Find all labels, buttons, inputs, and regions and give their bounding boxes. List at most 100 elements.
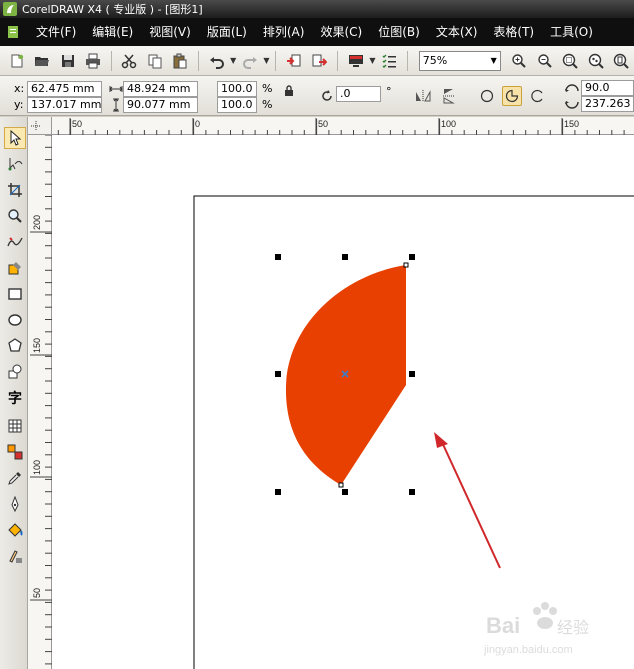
freehand-tool-icon[interactable] [4,231,26,253]
horizontal-ruler-ticks: 50 0 50 100 150 [45,118,625,135]
table-tool-icon[interactable] [4,415,26,437]
scale-x-field[interactable]: 100.0 [217,81,257,97]
drawing-canvas[interactable]: Bai 经验 jingyan.baidu.com [52,135,634,669]
basic-shapes-tool-icon[interactable] [4,361,26,383]
interactive-fill-tool-icon[interactable] [4,545,26,567]
ruler-label: 150 [32,338,42,353]
fill-tool-icon[interactable] [4,519,26,541]
pick-tool-icon[interactable] [4,127,26,149]
import-icon[interactable] [283,50,304,72]
height-field[interactable]: 90.077 mm [123,97,198,113]
polygon-tool-icon[interactable] [4,335,26,357]
launcher-dropdown-icon[interactable]: ▼ [369,56,377,65]
menu-file[interactable]: 文件(F) [28,21,84,43]
zoom-page-icon[interactable] [610,50,631,72]
paste-icon[interactable] [170,50,191,72]
zoom-selected-icon[interactable] [560,50,581,72]
mirror-vertical-icon[interactable] [440,87,458,105]
ruler-origin-corner[interactable] [28,117,52,135]
scale-y-percent: % [262,98,273,111]
ruler-label: 150 [564,119,579,129]
scale-x-percent: % [262,82,273,95]
zoom-tool-icon[interactable] [4,205,26,227]
width-field[interactable]: 48.924 mm [123,81,198,97]
save-icon[interactable] [57,50,78,72]
ruler-label: 100 [32,460,42,475]
selection-handle[interactable] [409,489,415,495]
menu-edit[interactable]: 编辑(E) [84,21,141,43]
menu-arrange[interactable]: 排列(A) [255,21,313,43]
toolbar-separator [337,50,339,71]
selection-handle[interactable] [342,489,348,495]
export-icon[interactable] [309,50,330,72]
ruler-label: 50 [72,119,82,129]
options-icon[interactable] [378,50,399,72]
rectangle-tool-icon[interactable] [4,283,26,305]
zoom-in-icon[interactable] [509,50,530,72]
zoom-level-select[interactable]: 75% ▼ [418,50,501,71]
zoom-level-value: 75% [422,54,448,67]
application-launcher-icon[interactable] [345,50,366,72]
menu-doc-icon[interactable] [6,22,20,42]
zoom-all-icon[interactable] [585,50,606,72]
menu-table[interactable]: 表格(T) [485,21,542,43]
toolbar-separator [197,50,199,71]
rotate-icon [318,87,336,105]
redo-icon[interactable] [239,50,260,72]
menu-bitmaps[interactable]: 位图(B) [370,21,428,43]
outline-tool-icon[interactable] [4,493,26,515]
selection-handle[interactable] [275,489,281,495]
shape-tool-icon[interactable] [4,153,26,175]
eyedropper-tool-icon[interactable] [4,467,26,489]
vertical-ruler-ticks: 200 150 100 50 [30,134,52,665]
vertical-ruler[interactable]: 200 150 100 50 [28,134,52,669]
ellipse-tool-icon[interactable] [4,309,26,331]
new-icon[interactable] [6,50,27,72]
toolbar-separator [275,50,277,71]
menu-bar: 文件(F) 编辑(E) 视图(V) 版面(L) 排列(A) 效果(C) 位图(B… [0,18,634,46]
menu-tools[interactable]: 工具(O) [542,21,601,43]
crop-tool-icon[interactable] [4,179,26,201]
scale-y-field[interactable]: 100.0 [217,97,257,113]
copy-icon[interactable] [144,50,165,72]
title-bar: CorelDRAW X4 ( 专业版 ) - [图形1] [0,0,634,18]
undo-icon[interactable] [206,50,227,72]
menu-effects[interactable]: 效果(C) [312,21,370,43]
selection-handle[interactable] [275,254,281,260]
text-tool-icon[interactable]: 字 [4,387,26,409]
selection-handle[interactable] [342,254,348,260]
selection-handle[interactable] [409,371,415,377]
x-position-field[interactable]: 62.475 mm [27,81,102,97]
mirror-horizontal-icon[interactable] [414,87,432,105]
ellipse-mode-icon[interactable] [478,87,496,105]
pie-mode-icon[interactable] [502,86,522,106]
watermark-url: jingyan.baidu.com [483,644,573,656]
menu-view[interactable]: 视图(V) [141,21,199,43]
shape-node[interactable] [338,482,344,488]
interactive-blend-tool-icon[interactable] [4,441,26,463]
selection-handle[interactable] [409,254,415,260]
selection-handle[interactable] [275,371,281,377]
coreldraw-window: CorelDRAW X4 ( 专业版 ) - [图形1] 文件(F) 编辑(E)… [0,0,634,669]
horizontal-ruler[interactable]: 50 0 50 100 150 [45,117,634,135]
open-icon[interactable] [31,50,52,72]
canvas-drawing: Bai 经验 jingyan.baidu.com [193,195,634,669]
rotation-field[interactable]: .0 [336,86,381,102]
arc-mode-icon[interactable] [528,87,546,105]
cut-icon[interactable] [119,50,140,72]
smart-fill-tool-icon[interactable] [4,257,26,279]
undo-dropdown-icon[interactable]: ▼ [229,56,237,65]
shape-node[interactable] [403,262,409,268]
redo-dropdown-icon[interactable]: ▼ [263,56,271,65]
y-position-field[interactable]: 137.017 mm [27,97,102,113]
coreldraw-logo-icon [2,1,18,17]
lock-ratio-icon[interactable] [280,82,298,100]
zoom-out-icon[interactable] [534,50,555,72]
print-icon[interactable] [82,50,103,72]
chevron-down-icon: ▼ [490,56,497,65]
menu-layout[interactable]: 版面(L) [199,21,255,43]
end-angle-field[interactable]: 237.263 [581,96,634,112]
start-angle-field[interactable]: 90.0 [581,80,634,96]
start-angle-icon [563,79,581,97]
menu-text[interactable]: 文本(X) [428,21,486,43]
